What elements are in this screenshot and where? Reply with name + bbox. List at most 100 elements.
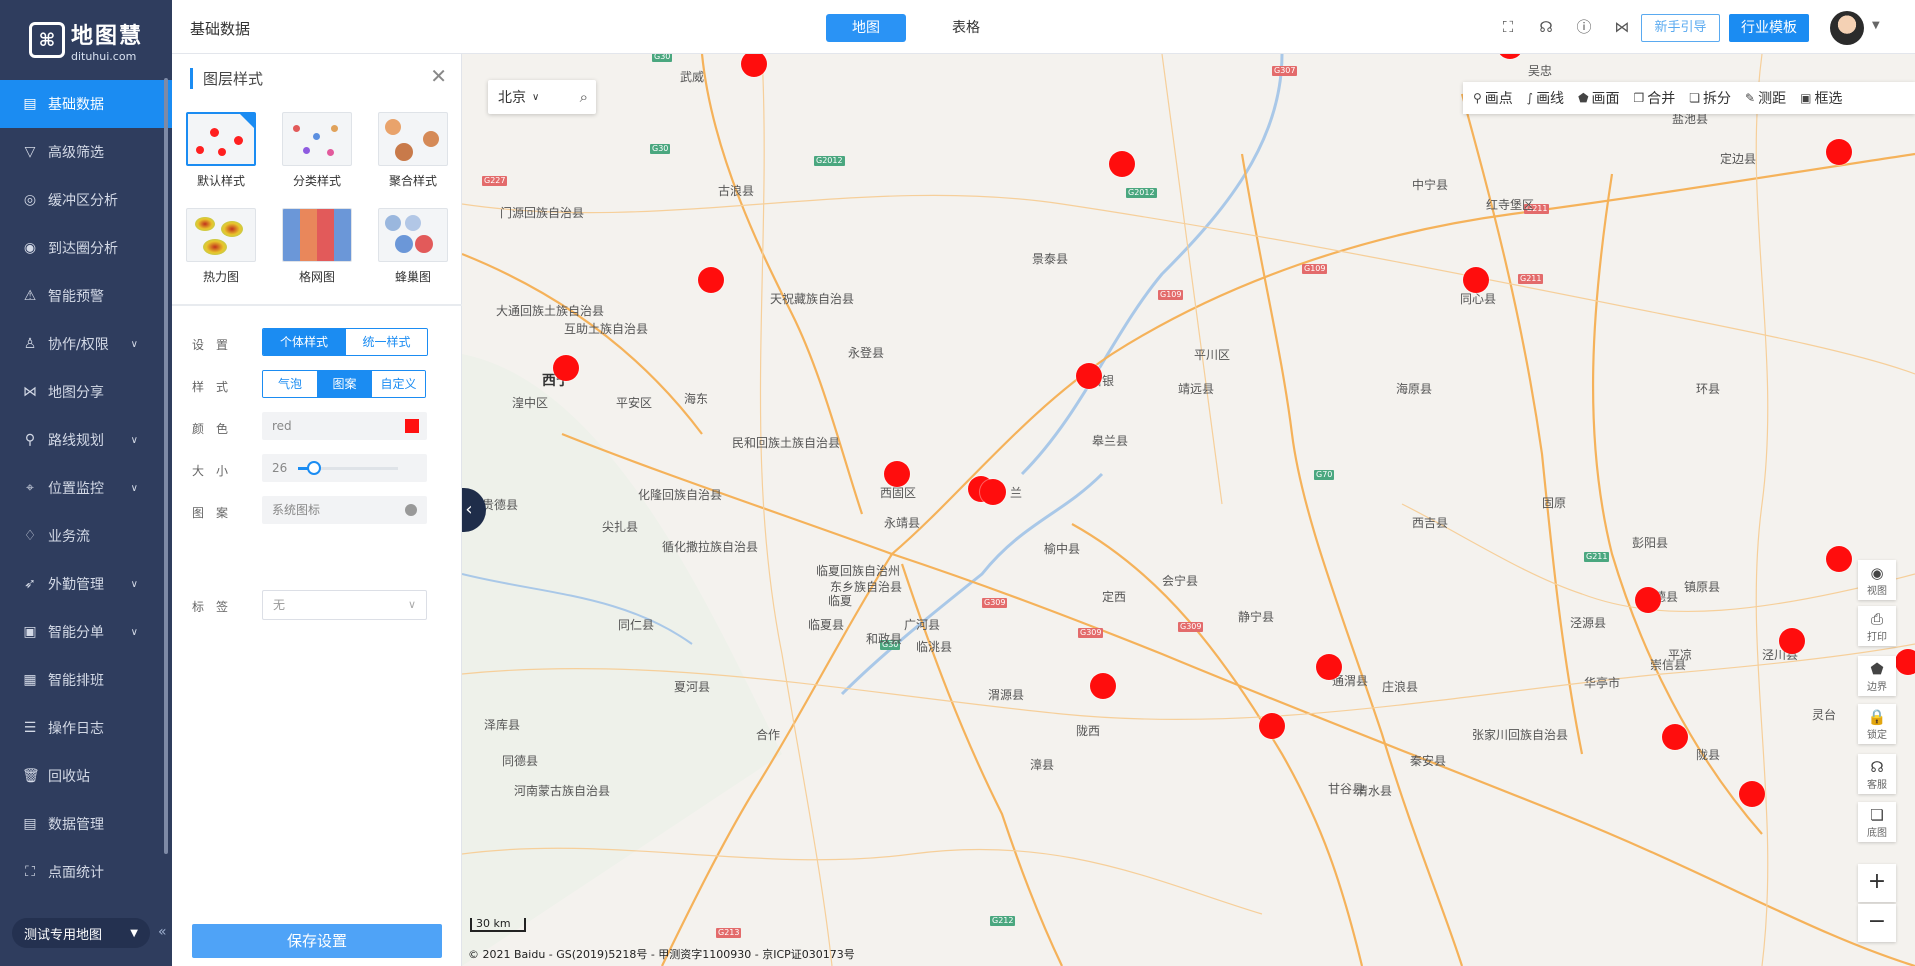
road-shield: G2012: [814, 156, 845, 166]
search-icon[interactable]: ⌕: [580, 88, 588, 106]
view-tool[interactable]: ◉ 视图: [1858, 560, 1896, 600]
tab-map[interactable]: 地图: [826, 14, 906, 42]
pin-icon: ⚲: [1473, 91, 1482, 105]
print-tool[interactable]: ⎙ 打印: [1858, 606, 1896, 646]
fullscreen-icon[interactable]: ⛶: [1498, 17, 1518, 37]
location-marker[interactable]: [1463, 267, 1489, 293]
tool-label: 画线: [1536, 91, 1565, 107]
logo: ⌘ 地图慧 dituhui.com: [0, 0, 172, 80]
sidebar-item[interactable]: ♙ 协作/权限 ∨: [0, 320, 172, 368]
draw-point-tool[interactable]: ⚲ 画点: [1473, 88, 1513, 108]
color-swatch[interactable]: [405, 419, 419, 433]
pattern-style-button[interactable]: 图案: [317, 371, 371, 397]
sidebar-item[interactable]: ➶ 外勤管理 ∨: [0, 560, 172, 608]
location-marker[interactable]: [1316, 654, 1342, 680]
sidebar-item[interactable]: ⋈ 地图分享: [0, 368, 172, 416]
size-slider-handle[interactable]: [307, 461, 321, 475]
place-label: 皋兰县: [1092, 434, 1129, 448]
lock-tool[interactable]: 🔒 锁定: [1858, 704, 1896, 744]
location-marker[interactable]: [1109, 151, 1135, 177]
caret-down-icon[interactable]: ▼: [1872, 20, 1880, 31]
sidebar-item[interactable]: ▤ 基础数据: [0, 80, 172, 128]
sidebar-collapse-button[interactable]: «: [158, 924, 167, 940]
sidebar-item[interactable]: ▣ 智能分单 ∨: [0, 608, 172, 656]
location-marker[interactable]: [1779, 628, 1805, 654]
sidebar-item[interactable]: ☰ 操作日志: [0, 704, 172, 752]
tool-label: 测距: [1758, 91, 1787, 107]
share-icon[interactable]: ⋈: [1612, 17, 1632, 37]
map-select-dropdown[interactable]: 测试专用地图 ▼: [12, 918, 150, 948]
sidebar-item[interactable]: ◎ 缓冲区分析: [0, 176, 172, 224]
tool-label: 打印: [1867, 632, 1887, 643]
sidebar-item[interactable]: ◉ 到达圈分析: [0, 224, 172, 272]
split-tool[interactable]: ❏ 拆分: [1689, 88, 1731, 108]
support-tool[interactable]: ☊ 客服: [1858, 754, 1896, 794]
zoom-out-button[interactable]: −: [1858, 904, 1896, 942]
basemap-tool[interactable]: ❏ 底图: [1858, 802, 1896, 842]
location-marker[interactable]: [1826, 546, 1852, 572]
location-marker[interactable]: [1259, 713, 1285, 739]
location-marker[interactable]: [884, 461, 910, 487]
tab-table[interactable]: 表格: [926, 14, 1006, 42]
uniform-style-button[interactable]: 统一样式: [345, 329, 427, 355]
style-card-category[interactable]: 分类样式: [282, 112, 352, 189]
location-marker[interactable]: [1076, 363, 1102, 389]
color-label: 颜色: [192, 422, 241, 436]
location-marker[interactable]: [553, 355, 579, 381]
measure-tool[interactable]: ✎ 测距: [1745, 88, 1786, 108]
place-label: 永登县: [848, 346, 885, 360]
size-slider-field: 26: [262, 454, 427, 482]
location-marker[interactable]: [1635, 587, 1661, 613]
sidebar-item[interactable]: ⚠ 智能预警: [0, 272, 172, 320]
draw-line-tool[interactable]: ∫ 画线: [1527, 88, 1564, 108]
zoom-in-button[interactable]: +: [1858, 864, 1896, 902]
sidebar-item[interactable]: ⛶ 点面统计: [0, 848, 172, 896]
sidebar-item[interactable]: ▦ 智能排班: [0, 656, 172, 704]
bubble-style-button[interactable]: 气泡: [263, 371, 317, 397]
tag-select[interactable]: 无 ∨: [262, 590, 427, 620]
print-icon: ⎙: [1870, 610, 1883, 628]
save-settings-button[interactable]: 保存设置: [192, 924, 442, 958]
sidebar-item[interactable]: ⌖ 位置监控 ∨: [0, 464, 172, 512]
avatar[interactable]: [1830, 11, 1864, 45]
sidebar-scrollbar[interactable]: [164, 78, 168, 854]
location-marker[interactable]: [1739, 781, 1765, 807]
industry-template-button[interactable]: 行业模板: [1729, 14, 1809, 42]
color-field[interactable]: red: [262, 412, 427, 440]
custom-style-button[interactable]: 自定义: [371, 371, 425, 397]
location-marker[interactable]: [1090, 673, 1116, 699]
help-icon[interactable]: ⓘ: [1574, 17, 1594, 37]
sidebar-item[interactable]: ♢ 业务流: [0, 512, 172, 560]
map-canvas[interactable]: G30 G30 G2012 G227 G2012 G109 G109 G211 …: [462, 54, 1915, 966]
style-card-heatmap[interactable]: 热力图: [186, 208, 256, 285]
style-card-default[interactable]: 默认样式: [186, 112, 256, 189]
road-shield: G309: [1178, 622, 1204, 632]
box-select-tool[interactable]: ▣ 框选: [1800, 88, 1842, 108]
place-label: 永靖县: [884, 516, 921, 530]
place-label: 景泰县: [1032, 252, 1069, 266]
style-card-cluster[interactable]: 聚合样式: [378, 112, 448, 189]
location-marker[interactable]: [1662, 724, 1688, 750]
headset-icon[interactable]: ☊: [1536, 17, 1556, 37]
tool-label: 画面: [1591, 91, 1620, 107]
close-icon[interactable]: ✕: [430, 64, 447, 88]
location-marker[interactable]: [698, 267, 724, 293]
pattern-field[interactable]: 系统图标: [262, 496, 427, 524]
draw-polygon-tool[interactable]: ⬟ 画面: [1578, 88, 1619, 108]
location-marker[interactable]: [1895, 649, 1915, 675]
city-switcher[interactable]: 北京 ∨ ⌕: [488, 80, 596, 114]
sidebar-item[interactable]: ▽ 高级筛选: [0, 128, 172, 176]
pattern-label: 图案: [192, 506, 241, 520]
sidebar-item[interactable]: ▤ 数据管理: [0, 800, 172, 848]
sidebar-item[interactable]: 🗑 回收站: [0, 752, 172, 800]
location-marker[interactable]: [1826, 139, 1852, 165]
beginner-guide-button[interactable]: 新手引导: [1641, 14, 1720, 42]
merge-icon: ❐: [1633, 91, 1645, 105]
sidebar-item[interactable]: ⚲ 路线规划 ∨: [0, 416, 172, 464]
location-marker[interactable]: [980, 479, 1006, 505]
merge-tool[interactable]: ❐ 合并: [1634, 88, 1676, 108]
boundary-tool[interactable]: ⬟ 边界: [1858, 656, 1896, 696]
style-card-hexbin[interactable]: 蜂巢图: [378, 208, 448, 285]
style-card-grid[interactable]: 格网图: [282, 208, 352, 285]
individual-style-button[interactable]: 个体样式: [263, 329, 345, 355]
